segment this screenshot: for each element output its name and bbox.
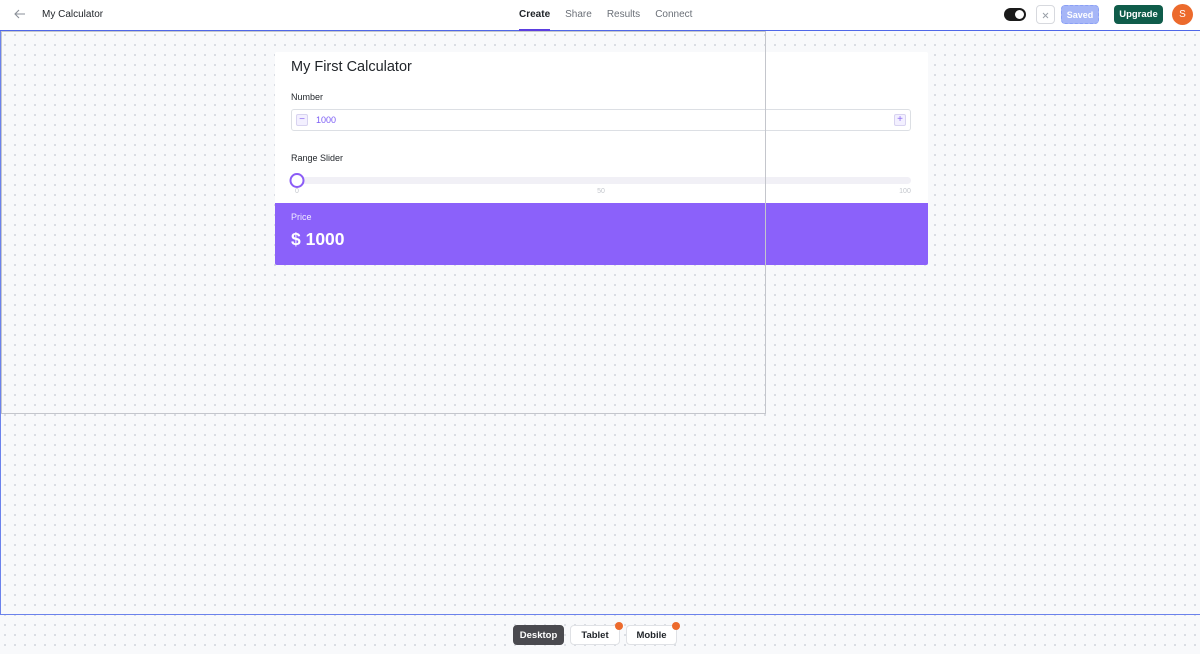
device-tablet-label: Tablet: [581, 629, 609, 641]
calculator-card: My First Calculator Number − 1000 + Rang…: [275, 52, 928, 265]
avatar[interactable]: S: [1172, 4, 1193, 25]
top-bar: My Calculator Create Share Results Conne…: [0, 0, 1200, 31]
slider-tick-max: 100: [899, 188, 911, 195]
tab-share[interactable]: Share: [565, 0, 592, 31]
device-desktop-label: Desktop: [519, 629, 558, 641]
notification-dot: [672, 622, 680, 630]
range-slider-track[interactable]: [289, 173, 911, 188]
arrow-left-icon: [14, 6, 26, 24]
back-button[interactable]: [10, 6, 30, 24]
number-label: Number: [291, 92, 324, 102]
toggle-knob: [1015, 10, 1024, 19]
price-label: Price: [291, 212, 312, 222]
slider-tick-min: 0: [295, 188, 299, 195]
number-stepper: − 1000 +: [291, 109, 911, 131]
close-button[interactable]: [1036, 5, 1055, 24]
device-tablet-button[interactable]: Tablet: [570, 622, 623, 645]
tab-create[interactable]: Create: [519, 0, 551, 31]
device-mobile-button[interactable]: Mobile: [626, 622, 680, 645]
range-slider-label: Range Slider: [291, 153, 344, 163]
calculator-title: My First Calculator: [291, 59, 412, 75]
decrement-button[interactable]: −: [296, 114, 308, 126]
range-slider-thumb[interactable]: [289, 173, 305, 188]
main-tabs: Create Share Results Connect: [519, 0, 692, 31]
device-desktop-button[interactable]: Desktop: [513, 625, 564, 645]
tab-results[interactable]: Results: [607, 0, 640, 31]
app-title: My Calculator: [42, 9, 104, 20]
increment-button[interactable]: +: [894, 114, 906, 126]
upgrade-button[interactable]: Upgrade: [1114, 5, 1163, 24]
price-value: $ 1000: [291, 229, 345, 249]
close-icon: [1042, 6, 1049, 24]
number-input[interactable]: 1000: [316, 115, 336, 125]
tab-connect[interactable]: Connect: [655, 0, 692, 31]
price-result-section: Price $ 1000: [275, 203, 928, 265]
device-mobile-label: Mobile: [636, 629, 667, 641]
device-switcher: Desktop Tablet Mobile: [513, 622, 680, 645]
slider-tick-mid: 50: [597, 188, 605, 195]
toggle-switch[interactable]: [1004, 8, 1026, 21]
saved-button[interactable]: Saved: [1061, 5, 1099, 24]
notification-dot: [615, 622, 623, 630]
